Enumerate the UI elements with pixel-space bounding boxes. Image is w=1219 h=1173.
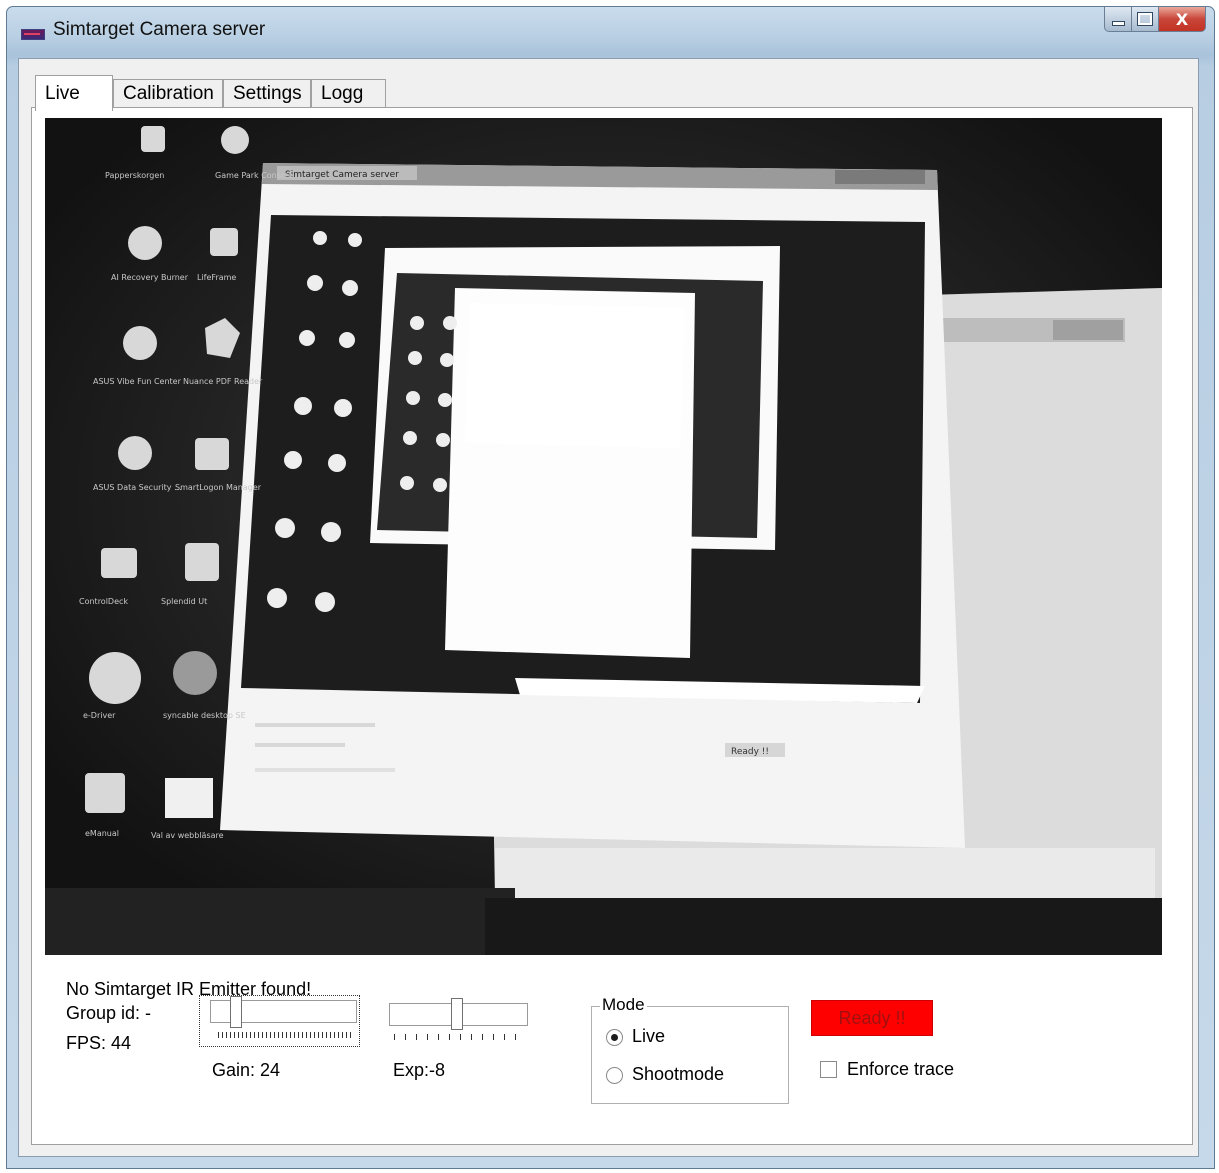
desktop-icon-label: eManual [85, 829, 119, 838]
desktop-icon-label: SmartLogon Manager [175, 483, 262, 492]
desktop-icon-label: ControlDeck [79, 597, 128, 606]
tab-calibration[interactable]: Calibration [113, 79, 223, 108]
tab-logg[interactable]: Logg [311, 79, 386, 108]
exposure-slider-ticks [394, 1034, 524, 1040]
enforce-trace-label[interactable]: Enforce trace [847, 1059, 954, 1080]
camera-feed: Simtarget Camera server Ready !! Pappers… [45, 118, 1162, 955]
window-title: Simtarget Camera server [53, 19, 266, 40]
desktop-icon-label: ASUS Vibe Fun Center [93, 377, 182, 386]
desktop-icon-label: Game Park Console [215, 171, 293, 180]
gain-slider-ticks [218, 1032, 352, 1038]
close-icon: X [1175, 9, 1189, 29]
desktop-icon-label: Val av webbläsare [151, 831, 224, 840]
tab-live[interactable]: Live [35, 75, 113, 111]
app-icon [21, 29, 45, 40]
camera-image: Simtarget Camera server Ready !! Pappers… [45, 118, 1162, 955]
exposure-slider[interactable] [389, 998, 534, 1043]
minimize-button[interactable] [1104, 7, 1132, 32]
tab-settings[interactable]: Settings [223, 79, 311, 108]
desktop-icon-label: AI Recovery Burner [111, 273, 189, 282]
inner-ready-text: Ready !! [731, 747, 769, 757]
desktop-icon-label: syncable desktop SE [163, 711, 246, 720]
group-id-text: Group id: - [66, 1003, 152, 1023]
main-window: Simtarget Camera server X Live Calibrati… [6, 6, 1215, 1169]
mode-live-radio[interactable] [606, 1029, 623, 1046]
title-bar[interactable]: Simtarget Camera server X [7, 7, 1214, 59]
exposure-slider-thumb[interactable] [451, 998, 463, 1030]
gain-slider-thumb[interactable] [230, 996, 242, 1028]
fps-text: FPS: 44 [66, 1033, 132, 1053]
close-button[interactable]: X [1159, 7, 1206, 32]
mode-live-label[interactable]: Live [632, 1026, 665, 1047]
maximize-button[interactable] [1132, 7, 1159, 32]
desktop-icon-label: Nuance PDF Reader [183, 377, 263, 386]
gain-slider[interactable] [199, 995, 360, 1047]
inner-window-title: Simtarget Camera server [285, 170, 399, 180]
mode-groupbox [591, 1006, 789, 1104]
live-tab-panel: Simtarget Camera server Ready !! Pappers… [31, 107, 1193, 1145]
desktop-icon-label: LifeFrame [197, 273, 236, 282]
desktop-icon-label: Papperskorgen [105, 171, 164, 180]
ready-status-indicator: Ready !! [811, 1000, 933, 1036]
mode-legend: Mode [600, 995, 647, 1015]
mode-shootmode-radio[interactable] [606, 1067, 623, 1084]
minimize-icon [1111, 20, 1125, 26]
desktop-icon-label: Splendid Ut [161, 597, 207, 606]
maximize-icon [1137, 12, 1153, 26]
gain-label: Gain: 24 [212, 1060, 281, 1080]
desktop-icon-label: ASUS Data Security ... [93, 483, 182, 492]
client-area: Live Calibration Settings Logg Simtarget… [18, 58, 1199, 1157]
desktop-icon-label: e-Driver [83, 711, 116, 720]
mode-shootmode-label[interactable]: Shootmode [632, 1064, 724, 1085]
window-controls: X [1104, 7, 1206, 33]
exposure-label: Exp:-8 [393, 1060, 446, 1080]
enforce-trace-checkbox[interactable] [820, 1061, 837, 1078]
